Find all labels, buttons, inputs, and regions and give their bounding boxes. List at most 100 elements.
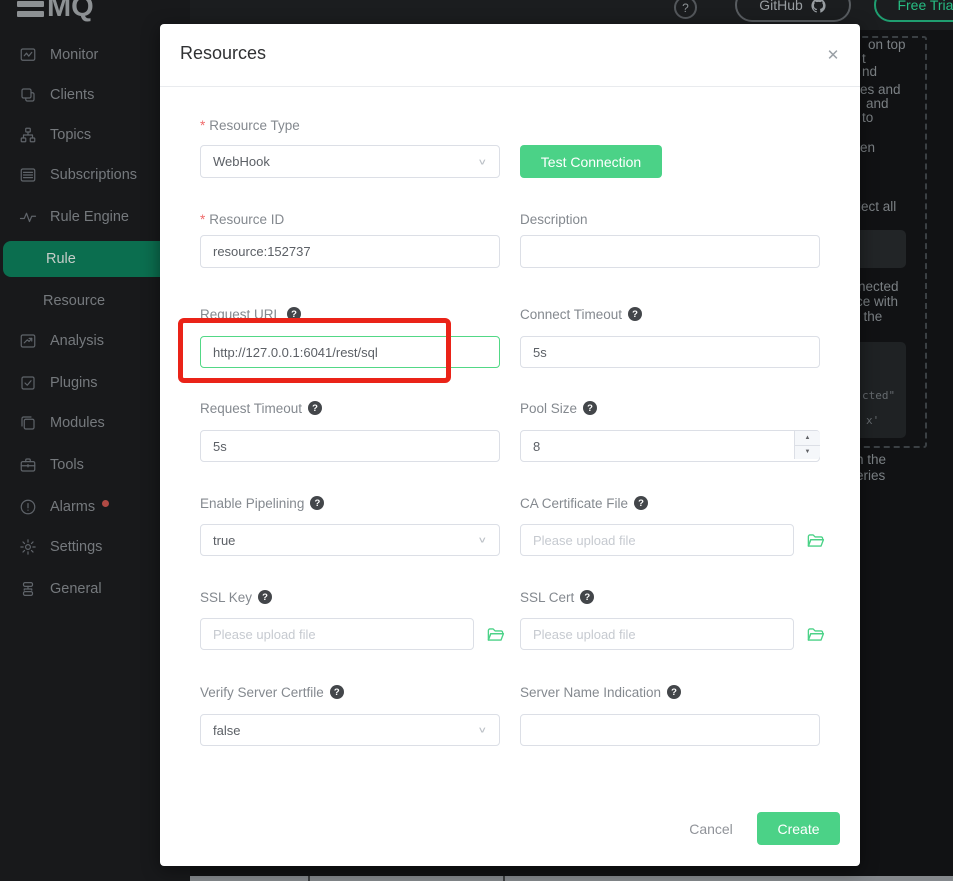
stepper-up-icon[interactable]: ▲: [795, 431, 820, 446]
sidebar-item-label: Clients: [50, 87, 94, 103]
connect-timeout-input[interactable]: [520, 336, 820, 368]
request-timeout-input[interactable]: [200, 430, 500, 462]
horizontal-scrollbar[interactable]: [190, 876, 953, 881]
clients-icon: [19, 86, 37, 104]
sidebar-item-label: General: [50, 581, 102, 597]
pool-size-label: Pool Size ?: [520, 399, 597, 417]
connect-timeout-label: Connect Timeout ?: [520, 305, 642, 323]
modal-title: Resources: [180, 43, 266, 64]
connect-timeout-help-icon[interactable]: ?: [628, 307, 642, 321]
ca-certificate-file-input[interactable]: [520, 524, 794, 556]
bg-text-fragment: n the: [856, 452, 886, 467]
sidebar-item-label: Resource: [43, 293, 105, 309]
github-button[interactable]: GitHub: [735, 0, 851, 22]
verify-server-certfile-value: false: [213, 723, 240, 738]
sidebar-item-label: Alarms: [50, 499, 95, 515]
pool-size-input[interactable]: [520, 430, 820, 462]
sidebar-item-label: Topics: [50, 127, 91, 143]
bg-text-fragment: en: [860, 140, 875, 155]
bg-text-fragment: to: [862, 110, 873, 125]
settings-gear-icon: [19, 538, 37, 556]
free-trial-button[interactable]: Free Trial: [874, 0, 953, 22]
resource-id-label: * Resource ID: [200, 210, 284, 228]
request-timeout-help-icon[interactable]: ?: [308, 401, 322, 415]
test-connection-button[interactable]: Test Connection: [520, 145, 662, 178]
verify-server-certfile-help-icon[interactable]: ?: [330, 685, 344, 699]
required-asterisk: *: [200, 212, 205, 227]
pool-size-help-icon[interactable]: ?: [583, 401, 597, 415]
sidebar-item-label: Rule: [46, 251, 76, 267]
verify-server-certfile-select[interactable]: false ∨: [200, 714, 500, 746]
enable-pipelining-help-icon[interactable]: ?: [310, 496, 324, 510]
ssl-cert-label: SSL Cert ?: [520, 588, 594, 606]
resource-id-input[interactable]: [200, 235, 500, 268]
sidebar-item-label: Rule Engine: [50, 209, 129, 225]
ca-certificate-file-label: CA Certificate File ?: [520, 494, 648, 512]
free-trial-label: Free Trial: [897, 0, 953, 13]
bg-text-fragment: eries: [856, 468, 885, 483]
github-octocat-icon: [810, 0, 827, 14]
enable-pipelining-select[interactable]: true ∨: [200, 524, 500, 556]
help-icon[interactable]: ?: [674, 0, 697, 19]
sidebar-item-label: Analysis: [50, 333, 104, 349]
verify-server-certfile-label: Verify Server Certfile ?: [200, 683, 344, 701]
bg-text-fragment: lect all: [858, 199, 896, 214]
resource-type-select[interactable]: WebHook ∨: [200, 145, 500, 178]
pool-size-stepper: ▲ ▼: [794, 431, 820, 459]
description-input[interactable]: [520, 235, 820, 268]
emqx-logo-bars-icon: [17, 1, 44, 23]
app-root: ? GitHub Free Trial on top t nd es and a…: [0, 0, 953, 881]
bg-text-fragment: es and: [860, 82, 901, 97]
bg-text-fragment: on top: [868, 37, 906, 52]
emqx-logo: MQ: [17, 0, 94, 23]
server-name-indication-help-icon[interactable]: ?: [667, 685, 681, 699]
alarms-icon: [19, 498, 37, 516]
ssl-key-folder-icon[interactable]: [486, 625, 506, 645]
server-name-indication-input[interactable]: [520, 714, 820, 746]
sidebar-item-label: Subscriptions: [50, 167, 137, 183]
bg-text-fragment: and: [866, 96, 889, 111]
tools-icon: [19, 456, 37, 474]
close-icon[interactable]: ✕: [822, 44, 844, 66]
alarm-badge-dot: [102, 500, 109, 507]
required-asterisk: *: [200, 118, 205, 133]
github-button-label: GitHub: [759, 0, 803, 13]
subscriptions-icon: [19, 166, 37, 184]
ssl-key-label: SSL Key ?: [200, 588, 272, 606]
bg-code-fragment: x': [866, 414, 879, 427]
modal-header-divider: [160, 86, 860, 87]
sidebar-item-label: Tools: [50, 457, 84, 473]
ssl-key-help-icon[interactable]: ?: [258, 590, 272, 604]
enable-pipelining-label: Enable Pipelining ?: [200, 494, 324, 512]
chevron-down-icon: ∨: [477, 535, 487, 545]
resources-modal: Resources ✕ * Resource Type WebHook ∨ Te…: [160, 24, 860, 866]
sidebar-item-label: Plugins: [50, 375, 98, 391]
ca-certificate-help-icon[interactable]: ?: [634, 496, 648, 510]
request-timeout-label: Request Timeout ?: [200, 399, 322, 417]
enable-pipelining-value: true: [213, 533, 235, 548]
ssl-cert-folder-icon[interactable]: [806, 625, 826, 645]
plugins-icon: [19, 374, 37, 392]
ssl-key-input[interactable]: [200, 618, 474, 650]
bg-text-fragment: nd: [862, 64, 877, 79]
bg-code-fragment: cted": [862, 389, 895, 402]
bg-text-fragment: ce with: [856, 294, 898, 309]
sidebar-item-label: Monitor: [50, 47, 98, 63]
topics-icon: [19, 126, 37, 144]
sidebar-item-label: Settings: [50, 539, 102, 555]
general-icon: [19, 580, 37, 598]
stepper-down-icon[interactable]: ▼: [795, 446, 820, 460]
analysis-icon: [19, 332, 37, 350]
ssl-cert-help-icon[interactable]: ?: [580, 590, 594, 604]
resource-type-value: WebHook: [213, 154, 270, 169]
ca-certificate-folder-icon[interactable]: [806, 531, 826, 551]
create-button[interactable]: Create: [757, 812, 840, 845]
cancel-button[interactable]: Cancel: [681, 819, 741, 839]
ssl-cert-input[interactable]: [520, 618, 794, 650]
monitor-icon: [19, 46, 37, 64]
rule-engine-icon: [19, 208, 37, 226]
sidebar-item-label: Modules: [50, 415, 105, 431]
server-name-indication-label: Server Name Indication ?: [520, 683, 681, 701]
annotation-highlight-box: [178, 318, 451, 383]
modules-icon: [19, 414, 37, 432]
